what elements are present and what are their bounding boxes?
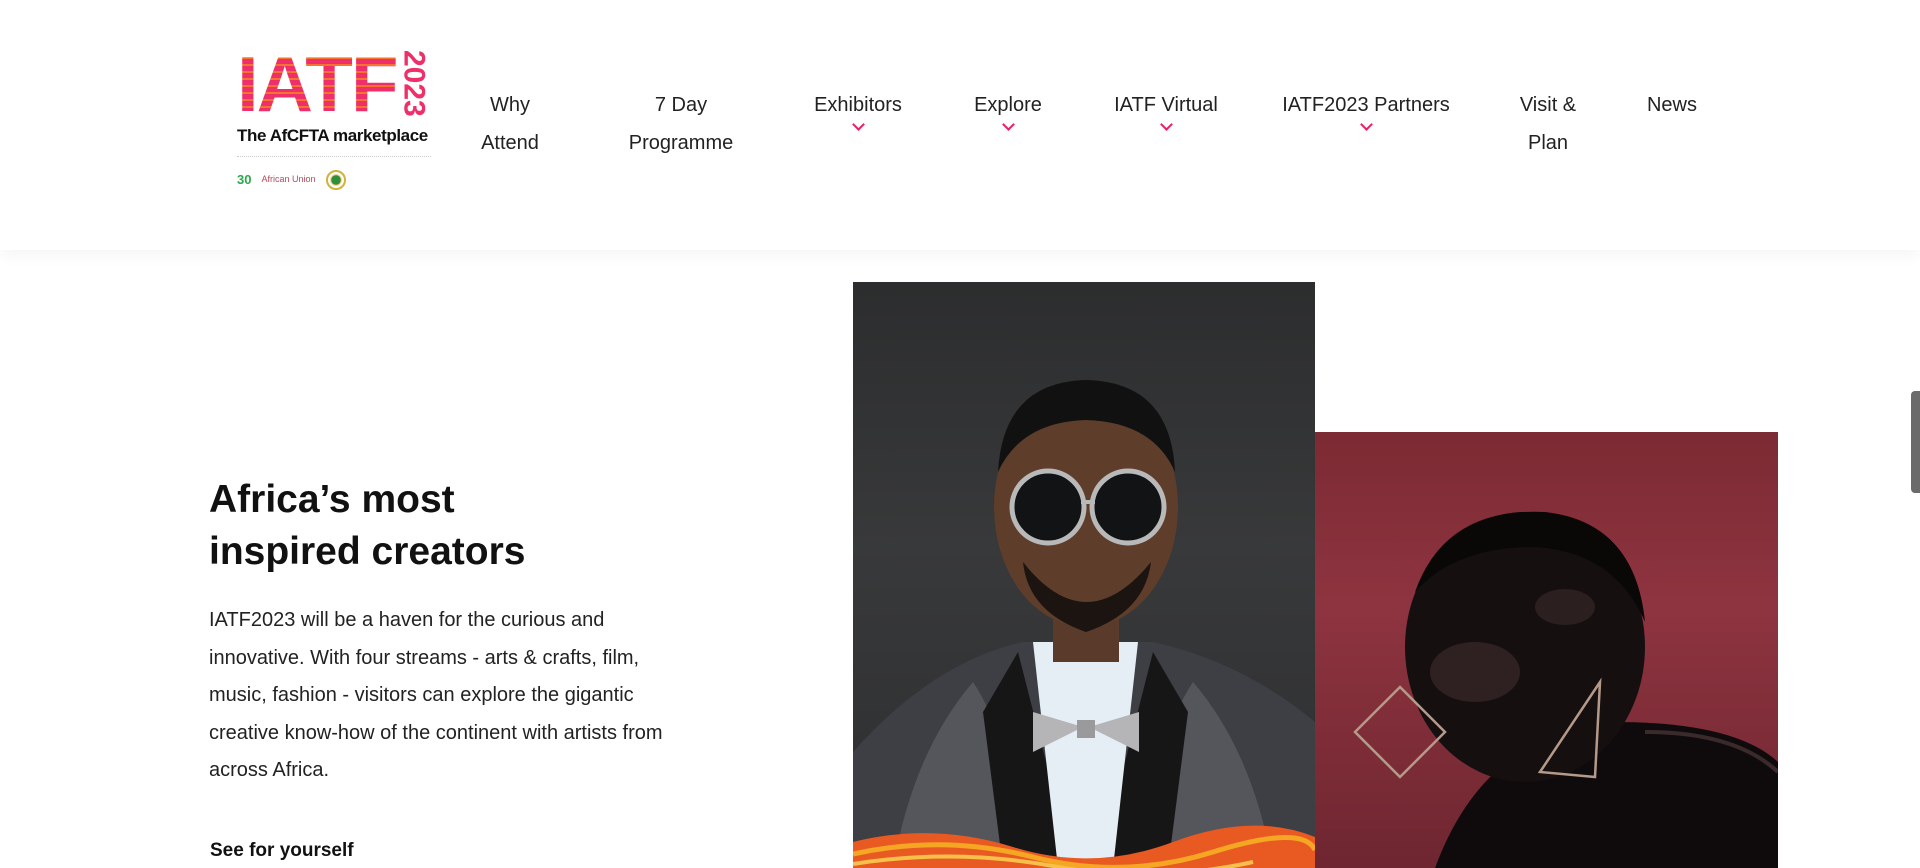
main-nav: Why Attend 7 Day Programme Exhibitors Ex… [0,86,1920,166]
nav-item-iatf2023-partners[interactable]: IATF2023 Partners [1276,86,1456,135]
nav-item-why-attend[interactable]: Why Attend [475,86,545,162]
partner-seal-icon [325,169,346,190]
nav-item-visit-plan[interactable]: Visit & Plan [1510,86,1586,162]
creator-photo-woman [1315,432,1778,868]
nav-item-iatf-virtual[interactable]: IATF Virtual [1106,86,1226,135]
nav-item-label: Why Attend [481,94,539,154]
page-scrollbar[interactable] [1911,391,1920,493]
see-for-yourself-link[interactable]: See for yourself [210,840,354,862]
hero-title: Africa’s most inspired creators [209,478,526,573]
nav-item-exhibitors[interactable]: Exhibitors [808,86,908,135]
nav-item-label: 7 Day Programme [628,94,734,154]
partner-african-union-logo: African Union [261,174,316,184]
nav-item-7-day-programme[interactable]: 7 Day Programme [625,86,737,162]
creator-photo-man-illustration [853,380,1315,868]
hero-body: IATF2023 will be a haven for the curious… [209,609,663,781]
site-header: IATF 2023 The AfCFTA marketplace 30 Afri… [0,0,1920,250]
creator-photo-man [853,282,1315,868]
nav-item-label: Visit & Plan [1519,94,1577,154]
nav-item-explore[interactable]: Explore [968,86,1048,135]
hero-text-block: Africa’s most inspired creators IATF2023… [209,474,709,790]
partner-30-logo: 30 [237,172,252,187]
nav-item-news[interactable]: News [1640,86,1704,124]
nav-item-label: News [1646,94,1697,116]
creator-photo-woman-illustration [1353,511,1778,868]
